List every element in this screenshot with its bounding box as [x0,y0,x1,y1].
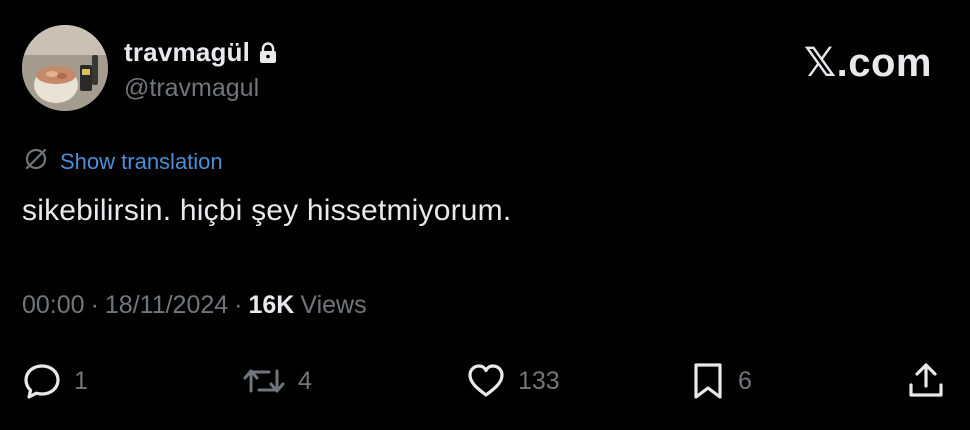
reply-button[interactable]: 1 [22,358,88,404]
avatar-photo-icon [22,25,108,111]
views-label: Views [300,291,367,319]
like-button[interactable]: 133 [466,358,560,404]
avatar[interactable] [22,25,108,111]
action-bar: 1 4 133 6 [0,358,970,404]
brand-logo: 𝕏.com [804,40,932,86]
lock-icon [258,41,278,64]
heart-icon [468,364,504,397]
display-name[interactable]: travmagül [124,37,250,68]
show-translation-button[interactable]: Show translation [22,145,223,178]
translate-icon [22,145,50,178]
bookmark-icon [694,363,722,399]
repost-button[interactable]: 4 [242,358,312,404]
brand-text: 𝕏.com [803,41,932,85]
reply-icon [24,364,60,399]
repost-icon [243,369,285,393]
views-count: 16K [248,291,295,319]
like-count: 133 [518,366,560,395]
tweet-time[interactable]: 00:00 [22,291,85,320]
tweet-meta: 00:00 · 18/11/2024 · 16K Views [22,291,367,320]
share-icon [909,363,943,397]
tweet-text: sikebilirsin. hiçbi şey hissetmiyorum. [22,194,512,227]
user-name-row: travmagül [124,37,278,68]
meta-separator: · [234,291,243,319]
repost-count: 4 [298,366,312,395]
show-translation-label[interactable]: Show translation [60,149,223,175]
tweet-date[interactable]: 18/11/2024 [105,291,228,320]
share-button[interactable] [906,358,946,404]
user-handle[interactable]: @travmagul [124,74,259,103]
reply-count: 1 [74,366,88,395]
bookmark-count: 6 [738,366,752,395]
tweet-card: travmagül @travmagul 𝕏.com Show translat… [0,0,970,430]
bookmark-button[interactable]: 6 [690,358,752,404]
meta-separator: · [90,291,99,319]
